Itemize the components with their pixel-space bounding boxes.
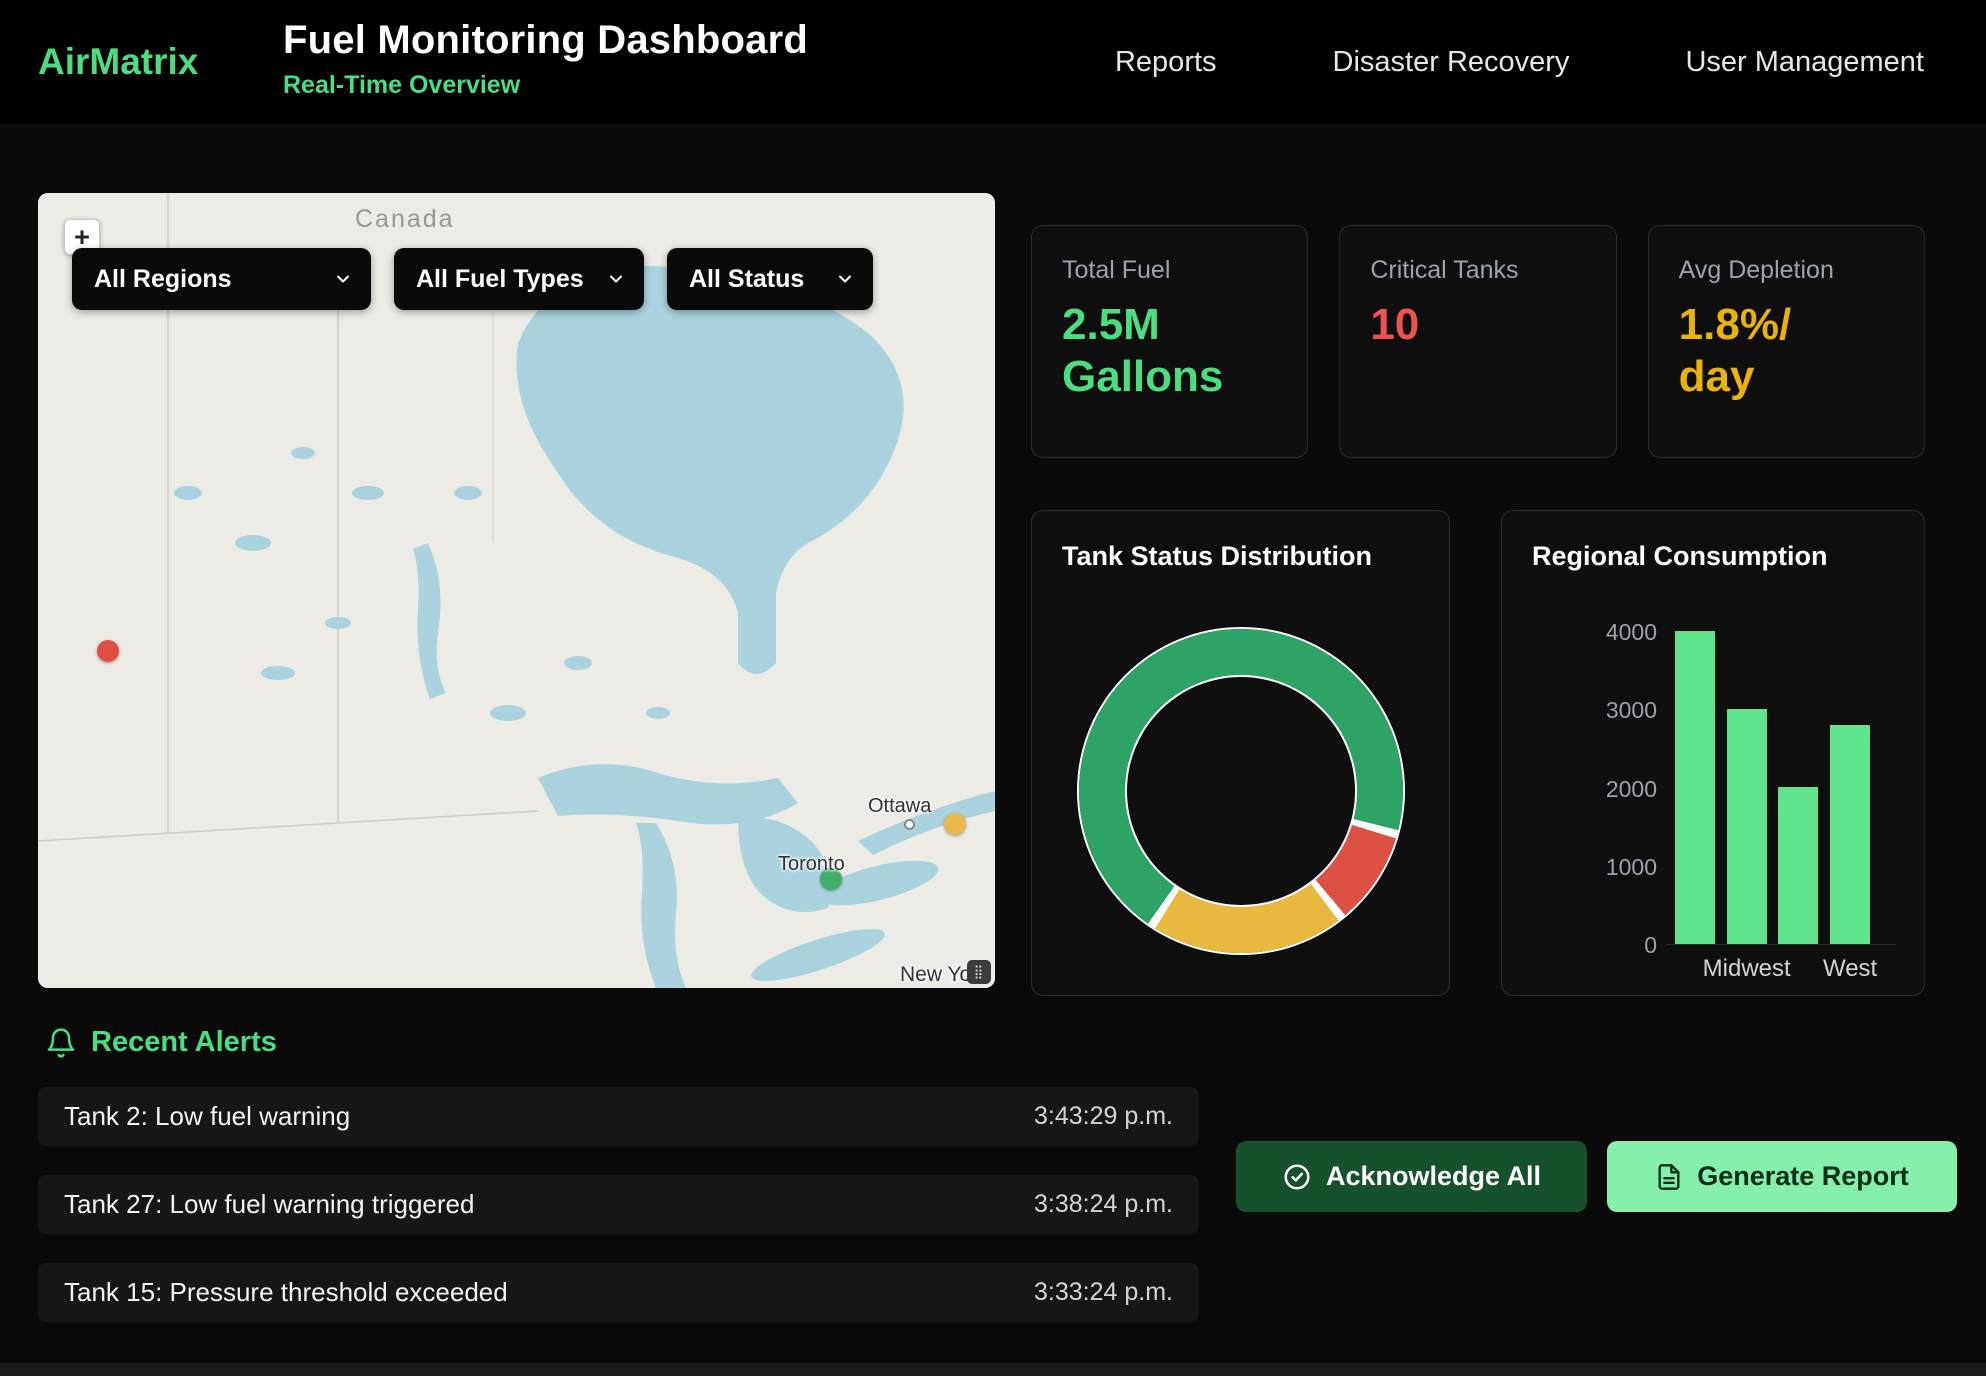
regions-filter-dropdown[interactable]: All Regions (72, 248, 371, 310)
alerts-header: Recent Alerts (45, 1026, 277, 1059)
avg-depletion-value: 1.8%/ day (1679, 299, 1894, 403)
total-fuel-card: Total Fuel 2.5M Gallons (1031, 225, 1308, 458)
bar-1 (1727, 709, 1767, 944)
alert-message: Tank 27: Low fuel warning triggered (64, 1189, 474, 1220)
bar-ytick: 4000 (1542, 619, 1657, 646)
bar-ytick: 1000 (1542, 854, 1657, 881)
stats-row: Total Fuel 2.5M Gallons Critical Tanks 1… (1031, 225, 1925, 458)
bar-xlabel: Midwest (1703, 955, 1791, 983)
regions-filter-label: All Regions (94, 265, 232, 294)
map-label-country: Canada (355, 205, 455, 234)
critical-tanks-label: Critical Tanks (1370, 256, 1585, 285)
acknowledge-all-button[interactable]: Acknowledge All (1236, 1141, 1587, 1212)
status-filter-dropdown[interactable]: All Status (667, 248, 873, 310)
town-dot-icon (904, 819, 915, 830)
bar-yticks: 01000200030004000 (1542, 632, 1657, 945)
chevron-down-icon (606, 269, 626, 289)
critical-tanks-card: Critical Tanks 10 (1339, 225, 1616, 458)
nav-disaster-recovery[interactable]: Disaster Recovery (1333, 46, 1570, 79)
generate-report-label: Generate Report (1697, 1161, 1909, 1192)
bar-xlabels: Midwest West (1666, 955, 1896, 985)
alert-row[interactable]: Tank 2: Low fuel warning 3:43:29 p.m. (38, 1087, 1199, 1146)
chevron-down-icon (835, 269, 855, 289)
basemap-graphic (38, 193, 995, 988)
bar-ytick: 3000 (1542, 697, 1657, 724)
status-filter-label: All Status (689, 265, 804, 294)
critical-tanks-value: 10 (1370, 299, 1585, 351)
header: AirMatrix Fuel Monitoring Dashboard Real… (0, 0, 1986, 124)
tank-marker-warning[interactable] (944, 813, 966, 835)
chevron-down-icon (333, 269, 353, 289)
bar-0 (1675, 631, 1715, 944)
bar-ytick: 2000 (1542, 776, 1657, 803)
avg-depletion-card: Avg Depletion 1.8%/ day (1648, 225, 1925, 458)
nav-reports[interactable]: Reports (1115, 46, 1217, 79)
tank-status-card: Tank Status Distribution (1031, 510, 1450, 996)
total-fuel-label: Total Fuel (1062, 256, 1277, 285)
footer-strip (0, 1363, 1986, 1376)
alert-message: Tank 2: Low fuel warning (64, 1101, 350, 1132)
total-fuel-value: 2.5M Gallons (1062, 299, 1277, 403)
generate-report-button[interactable]: Generate Report (1607, 1141, 1957, 1212)
tank-map[interactable]: Canada + All Regions All Fuel Types All … (38, 193, 995, 988)
alert-row[interactable]: Tank 27: Low fuel warning triggered 3:38… (38, 1175, 1199, 1234)
tank-status-title: Tank Status Distribution (1032, 511, 1449, 572)
tank-status-donut-chart (1079, 629, 1403, 953)
donut-hole (1127, 677, 1355, 905)
bar-xlabel: West (1823, 955, 1877, 983)
regional-consumption-card: Regional Consumption 0 1000 2000 3000 4000 M… (1501, 510, 1925, 996)
brand-logo[interactable]: AirMatrix (38, 0, 198, 124)
alert-time: 3:38:24 p.m. (1034, 1190, 1173, 1219)
bar-3 (1830, 725, 1870, 944)
fuel-monitoring-dashboard: AirMatrix Fuel Monitoring Dashboard Real… (0, 0, 1986, 1376)
map-filter-bar: All Regions All Fuel Types All Status (72, 248, 873, 310)
alert-time: 3:43:29 p.m. (1034, 1102, 1173, 1131)
tank-marker-critical[interactable] (97, 640, 119, 662)
map-label-toronto: Toronto (778, 853, 845, 876)
alert-message: Tank 15: Pressure threshold exceeded (64, 1277, 508, 1308)
title-block: Fuel Monitoring Dashboard Real-Time Over… (283, 18, 808, 100)
map-label-ottawa: Ottawa (868, 795, 931, 818)
bell-icon (45, 1027, 77, 1059)
main-nav: Reports Disaster Recovery User Managemen… (1115, 0, 1924, 124)
document-icon (1655, 1163, 1683, 1191)
alerts-title: Recent Alerts (91, 1026, 277, 1059)
bar-2 (1778, 787, 1818, 944)
fuel-types-filter-dropdown[interactable]: All Fuel Types (394, 248, 644, 310)
avg-depletion-label: Avg Depletion (1679, 256, 1894, 285)
nav-user-management[interactable]: User Management (1685, 46, 1924, 79)
page-title: Fuel Monitoring Dashboard (283, 18, 808, 63)
regional-consumption-title: Regional Consumption (1502, 511, 1924, 572)
check-circle-icon (1282, 1162, 1312, 1192)
bar-ytick: 0 (1542, 932, 1657, 959)
acknowledge-all-label: Acknowledge All (1326, 1161, 1541, 1192)
alert-row[interactable]: Tank 15: Pressure threshold exceeded 3:3… (38, 1263, 1199, 1322)
page-subtitle: Real-Time Overview (283, 71, 808, 100)
fuel-types-filter-label: All Fuel Types (416, 265, 584, 294)
alert-time: 3:33:24 p.m. (1034, 1278, 1173, 1307)
resize-handle-icon[interactable]: ⣿ (967, 960, 991, 984)
bar-plot (1666, 632, 1896, 945)
